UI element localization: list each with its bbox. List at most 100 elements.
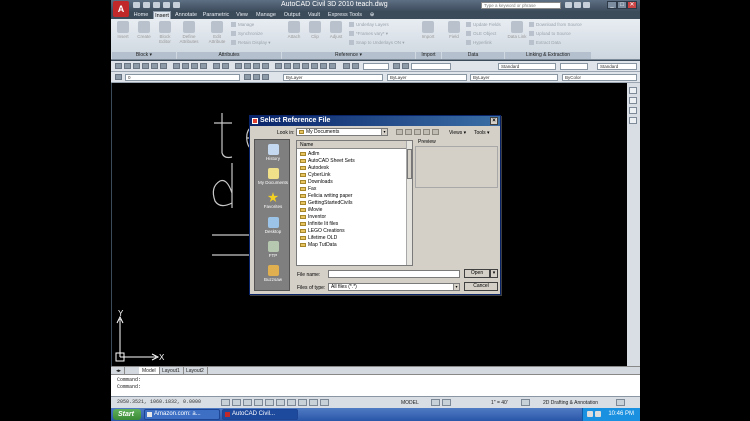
layer-combo[interactable]	[363, 63, 389, 70]
steering-wheel-icon[interactable]	[629, 87, 637, 94]
color-combo[interactable]: ByLayer	[283, 74, 383, 81]
tab-home[interactable]: Home	[131, 11, 151, 19]
quick-view-layouts-icon[interactable]	[431, 399, 440, 406]
synchronize-button[interactable]: Synchronize	[231, 31, 263, 36]
match-properties-icon[interactable]	[200, 63, 207, 69]
table-style-combo[interactable]: Standard	[597, 63, 637, 70]
name-column-header[interactable]: Name	[297, 141, 407, 149]
edit-attribute-button[interactable]: Edit Attribute	[207, 21, 227, 44]
otrack-toggle-icon[interactable]	[276, 399, 285, 406]
properties-icon[interactable]	[275, 63, 282, 69]
start-button[interactable]: Start	[113, 409, 141, 420]
list-item[interactable]: Inventor	[300, 214, 326, 220]
tab-extra[interactable]: ⊕	[367, 11, 377, 19]
reference-group-label[interactable]: Reference ▾	[282, 52, 415, 59]
frames-vary-dropdown[interactable]: *Frames vary* ▾	[349, 31, 388, 37]
cut-icon[interactable]	[173, 63, 180, 69]
tab-output[interactable]: Output	[281, 11, 303, 19]
design-center-icon[interactable]	[284, 63, 291, 69]
zoom-nav-icon[interactable]	[629, 107, 637, 114]
clip-button[interactable]: Clip	[305, 21, 325, 39]
list-item[interactable]: Autodesk	[300, 165, 329, 171]
underlay-layers-button[interactable]: Underlay Layers	[349, 22, 389, 27]
markup-icon[interactable]	[311, 63, 318, 69]
look-in-dropdown[interactable]: My Documents ▾	[296, 128, 388, 136]
copy-icon[interactable]	[182, 63, 189, 69]
dyn-toggle-icon[interactable]	[298, 399, 307, 406]
list-item[interactable]: iMovie	[300, 207, 322, 213]
star-icon[interactable]	[574, 2, 581, 8]
list-item[interactable]: Adlm	[300, 151, 319, 157]
tab-manage[interactable]: Manage	[253, 11, 279, 19]
osnap-toggle-icon[interactable]	[265, 399, 274, 406]
current-layer-combo[interactable]: 0	[125, 74, 240, 81]
new-icon[interactable]	[115, 63, 122, 69]
grid-toggle-icon[interactable]	[232, 399, 241, 406]
volume-icon[interactable]	[595, 411, 601, 417]
zoom-window-icon[interactable]	[253, 63, 260, 69]
layer-walk-icon[interactable]	[262, 74, 269, 80]
print-icon[interactable]	[142, 63, 149, 69]
layer-match-icon[interactable]	[253, 74, 260, 80]
place-my-documents[interactable]: My Documents	[255, 168, 291, 185]
command-prompt[interactable]: Command:	[117, 384, 141, 390]
block-editor-button[interactable]: Block Editor	[155, 21, 175, 44]
delete-icon[interactable]	[423, 129, 430, 135]
dim-style-combo[interactable]	[560, 63, 588, 70]
define-attributes-button[interactable]: Define Attributes	[179, 21, 199, 44]
text-style-combo[interactable]: Standard	[498, 63, 556, 70]
redo-icon[interactable]	[173, 2, 180, 8]
zoom-previous-icon[interactable]	[262, 63, 269, 69]
download-from-source-button[interactable]: Download from Source	[529, 22, 582, 27]
place-history[interactable]: History	[255, 144, 291, 161]
undo-icon[interactable]	[163, 2, 170, 8]
annotation-visibility-icon[interactable]	[521, 399, 530, 406]
layer-state-icon[interactable]	[352, 63, 359, 69]
create-block-button[interactable]: Create	[134, 21, 154, 39]
ole-object-button[interactable]: OLE Object	[466, 31, 496, 36]
open-icon[interactable]	[143, 2, 150, 8]
field-button[interactable]: Field	[444, 21, 464, 39]
data-link-button[interactable]: Data Link	[507, 21, 527, 39]
search-web-icon[interactable]	[414, 129, 421, 135]
list-item[interactable]: GettingStartedCiviIs	[300, 200, 352, 206]
calculator-icon[interactable]	[320, 63, 327, 69]
tab-view[interactable]: View	[233, 11, 251, 19]
list-item[interactable]: CyberLink	[300, 172, 331, 178]
place-ftp[interactable]: FTP	[255, 241, 291, 258]
linetype-combo[interactable]	[411, 63, 451, 70]
model-space-label[interactable]: MODEL	[401, 400, 419, 406]
up-folder-icon[interactable]	[405, 129, 412, 135]
application-menu-button[interactable]: A	[113, 1, 129, 17]
retain-display-dropdown[interactable]: Retain Display ▾	[231, 40, 271, 46]
preview-icon[interactable]	[151, 63, 158, 69]
lwt-toggle-icon[interactable]	[309, 399, 318, 406]
list-item[interactable]: Fax	[300, 186, 316, 192]
tab-express-tools[interactable]: Express Tools	[325, 11, 365, 19]
list-item[interactable]: Downloads	[300, 179, 333, 185]
save-icon[interactable]	[133, 63, 140, 69]
files-of-type-select[interactable]: All files (*.*) ▾	[328, 283, 460, 291]
qp-toggle-icon[interactable]	[320, 399, 329, 406]
back-icon[interactable]	[396, 129, 403, 135]
list-item[interactable]: LEGO Creations	[300, 228, 345, 234]
chevron-down-icon[interactable]: ▾	[453, 284, 459, 290]
place-desktop[interactable]: Desktop	[255, 217, 291, 234]
list-item[interactable]: Infinite Iit files	[300, 221, 338, 227]
extract-data-button[interactable]: Extract Data	[529, 40, 561, 45]
help-icon[interactable]	[583, 2, 590, 8]
plot-style-combo[interactable]: ByColor	[562, 74, 637, 81]
tab-insert[interactable]: Insert	[153, 11, 171, 19]
tab-vault[interactable]: Vault	[305, 11, 323, 19]
maximize-button[interactable]: □	[617, 1, 627, 9]
help-icon[interactable]	[329, 63, 336, 69]
close-button[interactable]: ✕	[627, 1, 637, 9]
tools-menu[interactable]: Tools ▾	[474, 130, 490, 136]
paste-icon[interactable]	[191, 63, 198, 69]
adjust-button[interactable]: Adjust	[326, 21, 346, 39]
ducs-toggle-icon[interactable]	[287, 399, 296, 406]
manage-attributes-button[interactable]: Manage	[231, 22, 254, 27]
zoom-realtime-icon[interactable]	[244, 63, 251, 69]
orbit-nav-icon[interactable]	[629, 117, 637, 124]
dialog-close-button[interactable]: ×	[490, 117, 498, 125]
